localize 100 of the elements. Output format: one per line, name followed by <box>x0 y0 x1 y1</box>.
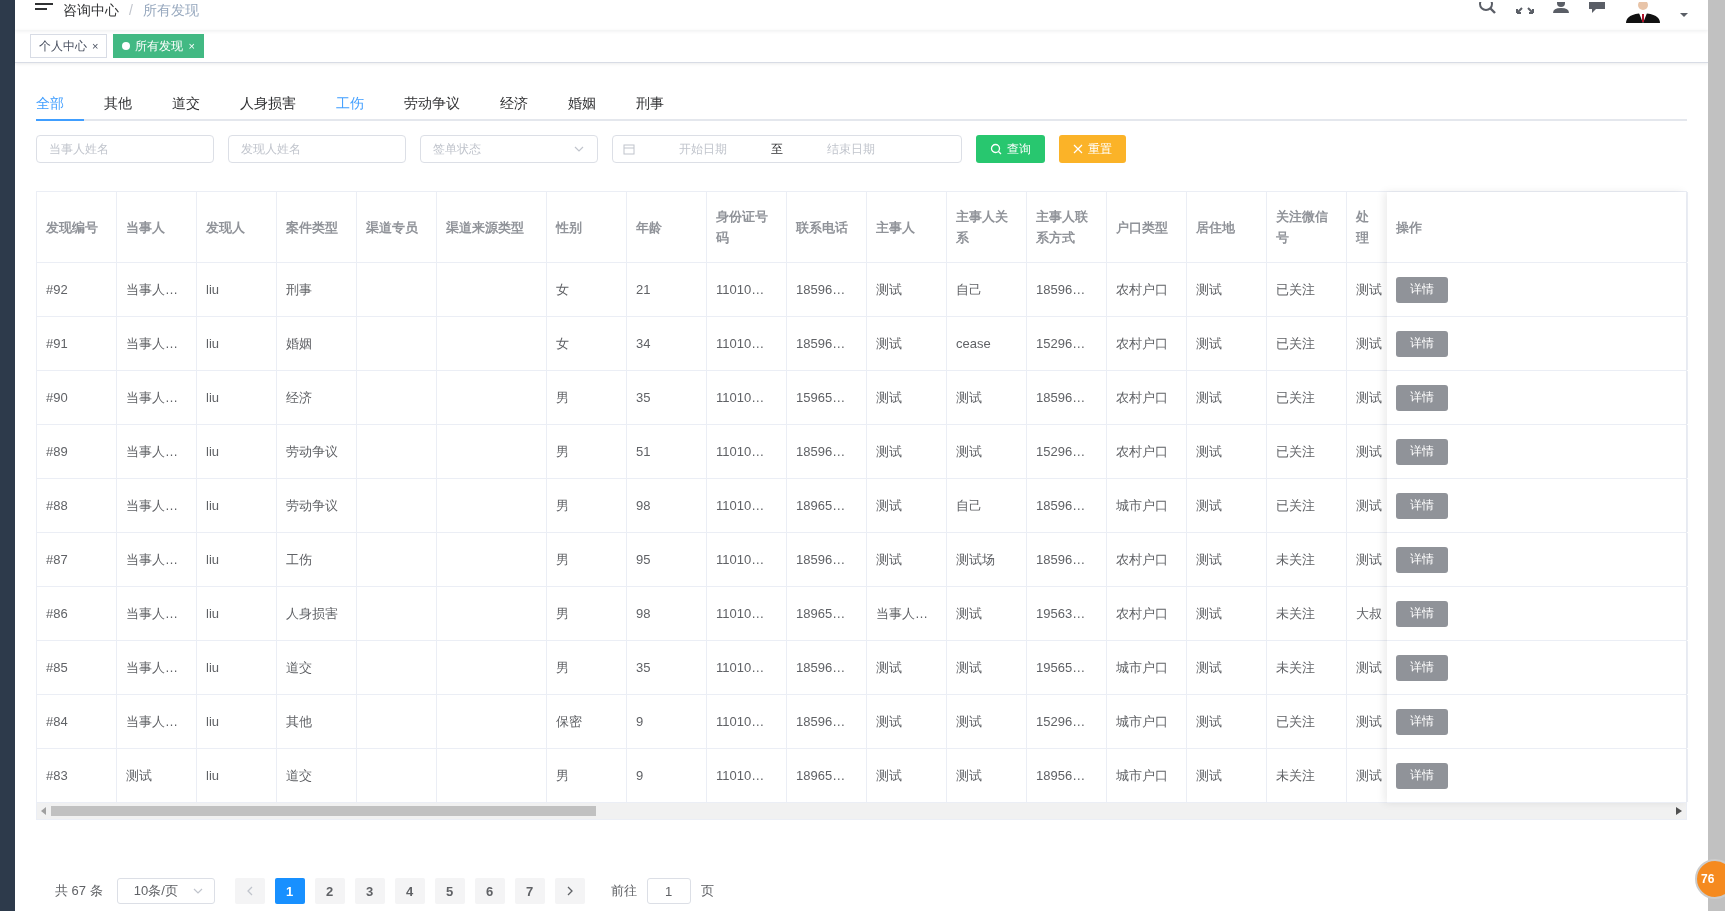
table-cell: #85 <box>46 660 68 675</box>
search-icon <box>990 143 1002 155</box>
table-cell: liu <box>206 714 219 729</box>
query-button[interactable]: 查询 <box>976 135 1045 163</box>
table-cell: 未关注 <box>1276 550 1315 569</box>
category-tab[interactable]: 工伤 <box>316 85 384 121</box>
table-cell: 女 <box>556 280 569 299</box>
table-cell: 测试 <box>1196 388 1222 407</box>
table-cell: 经济 <box>286 388 312 407</box>
page-button[interactable]: 3 <box>354 878 385 904</box>
detail-button[interactable]: 详情 <box>1396 708 1448 735</box>
detail-button[interactable]: 详情 <box>1396 276 1448 303</box>
category-tab[interactable]: 全部 <box>36 85 84 121</box>
table-cell: 已关注 <box>1276 442 1315 461</box>
column-header: 发现编号 <box>37 192 117 262</box>
reset-button[interactable]: 重置 <box>1059 135 1126 163</box>
table-cell: 35 <box>636 660 651 675</box>
table-cell: 当事人… <box>126 442 178 461</box>
table-cell: 9 <box>636 768 644 783</box>
table-cell: 未关注 <box>1276 766 1315 785</box>
total-count: 共 67 条 <box>55 882 103 900</box>
table-cell: #88 <box>46 498 68 513</box>
search-icon[interactable] <box>1478 2 1498 14</box>
table-cell: 保密 <box>556 712 582 731</box>
category-tab[interactable]: 婚姻 <box>548 85 616 121</box>
table-cell: 测试 <box>1196 442 1222 461</box>
detail-button[interactable]: 详情 <box>1396 600 1448 627</box>
table-cell: liu <box>206 768 219 783</box>
category-tab[interactable]: 经济 <box>480 85 548 121</box>
table-cell: 18596… <box>796 714 846 729</box>
page-button[interactable]: 2 <box>314 878 345 904</box>
table-cell: 自己 <box>956 496 982 515</box>
table-cell: 测试 <box>1196 712 1222 731</box>
count-badge[interactable]: 76 <box>1695 859 1725 899</box>
page-size-select[interactable]: 10条/页 <box>116 878 215 904</box>
table-cell: #83 <box>46 768 68 783</box>
user-icon[interactable] <box>1552 2 1570 14</box>
table-cell: liu <box>206 336 219 351</box>
table-cell: 18956… <box>1036 768 1086 783</box>
calendar-icon <box>623 143 635 155</box>
sign-status-select[interactable]: 签单状态 <box>420 135 598 163</box>
detail-button[interactable]: 详情 <box>1396 762 1448 789</box>
table-cell: 11010… <box>716 714 765 729</box>
table-cell: 测试 <box>1356 388 1382 407</box>
table-cell: 11010… <box>716 660 765 675</box>
detail-button[interactable]: 详情 <box>1396 330 1448 357</box>
page-tag[interactable]: 所有发现 × <box>113 34 204 58</box>
table-cell: 34 <box>636 336 651 351</box>
table-cell: 当事人… <box>126 334 178 353</box>
table-cell: 大叔 <box>1356 604 1382 623</box>
table-cell: cease <box>956 336 991 351</box>
detail-button[interactable]: 详情 <box>1396 438 1448 465</box>
horizontal-scrollbar[interactable] <box>37 803 1686 819</box>
table-cell: liu <box>206 660 219 675</box>
table-cell: 35 <box>636 390 651 405</box>
category-tab[interactable]: 人身损害 <box>220 85 316 121</box>
category-tab[interactable]: 劳动争议 <box>384 85 480 121</box>
table-cell: 当事人… <box>126 280 178 299</box>
table-cell: 男 <box>556 496 569 515</box>
table-cell: liu <box>206 444 219 459</box>
goto-page-field[interactable]: 1 <box>646 878 691 904</box>
message-icon[interactable] <box>1588 2 1606 14</box>
table-cell: 当事人… <box>126 496 178 515</box>
column-header: 身份证号码 <box>707 192 787 262</box>
breadcrumb-item[interactable]: 所有发现 <box>142 2 199 18</box>
table-cell: 测试 <box>1196 280 1222 299</box>
table-cell: 测试 <box>876 334 902 353</box>
table-cell: 测试 <box>876 280 902 299</box>
category-tab[interactable]: 道交 <box>152 85 220 121</box>
page-tag[interactable]: 个人中心 × <box>30 34 108 58</box>
table-cell: 男 <box>556 550 569 569</box>
finder-name-field[interactable]: 发现人姓名 <box>228 135 406 163</box>
scroll-right-icon[interactable] <box>1676 807 1682 815</box>
category-tab[interactable]: 刑事 <box>616 85 684 121</box>
detail-button[interactable]: 详情 <box>1396 654 1448 681</box>
page-button[interactable]: 4 <box>394 878 425 904</box>
chevron-right-icon <box>565 886 574 896</box>
category-tab[interactable]: 其他 <box>84 85 152 121</box>
page-button[interactable]: 7 <box>514 878 545 904</box>
table-cell: liu <box>206 282 219 297</box>
table-cell: 测试 <box>956 604 982 623</box>
table-cell: 98 <box>636 606 651 621</box>
table-cell: 11010… <box>716 768 765 783</box>
date-range-picker[interactable]: 开始日期 至 结束日期 <box>612 135 962 163</box>
column-header: 发现人 <box>197 192 277 262</box>
avatar[interactable] <box>1624 2 1662 24</box>
page-button[interactable]: 5 <box>434 878 465 904</box>
breadcrumb-item[interactable]: 咨询中心 <box>63 2 119 18</box>
detail-button[interactable]: 详情 <box>1396 546 1448 573</box>
detail-button[interactable]: 详情 <box>1396 492 1448 519</box>
page-button[interactable]: 1 <box>274 878 305 904</box>
table-cell: 测试 <box>876 496 902 515</box>
table-cell: 城市户口 <box>1116 766 1168 785</box>
table-cell: 未关注 <box>1276 604 1315 623</box>
table-cell: #87 <box>46 552 68 567</box>
table-cell: 当事人… <box>126 658 178 677</box>
page-button[interactable]: 6 <box>474 878 505 904</box>
table-cell: 测试 <box>1196 334 1222 353</box>
table-cell: 11010… <box>716 336 765 351</box>
detail-button[interactable]: 详情 <box>1396 384 1448 411</box>
